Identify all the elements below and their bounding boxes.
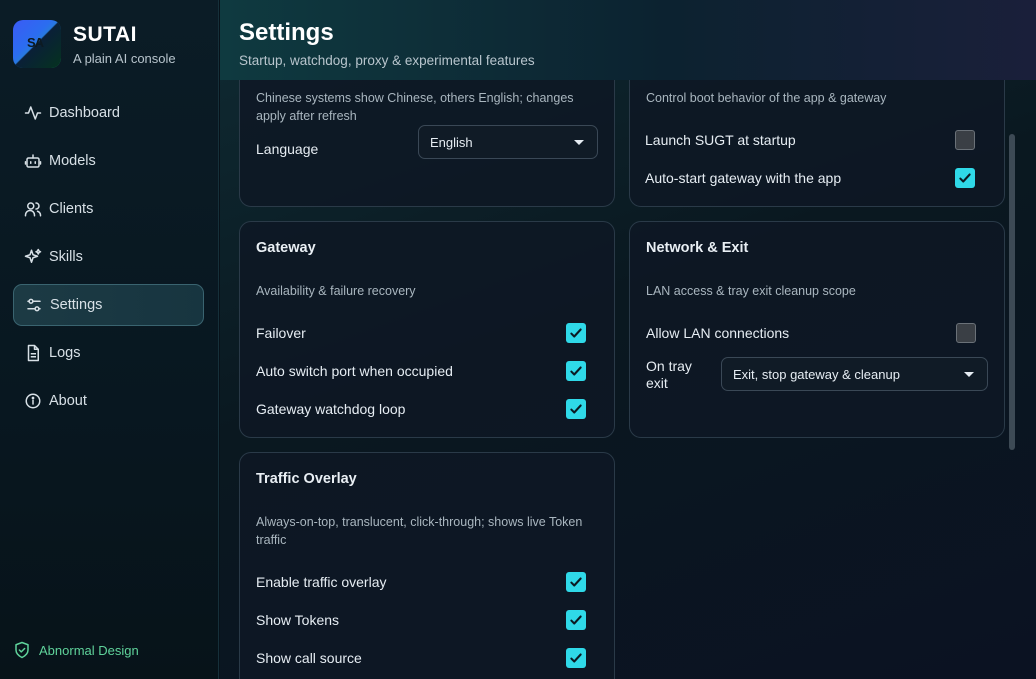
sidebar-item-label: Skills (49, 249, 83, 265)
app-name: SUTAI (73, 23, 137, 46)
app-logo: SA (13, 20, 61, 68)
launch-sugt-startup-checkbox[interactable] (955, 130, 975, 150)
sidebar-item-label: Dashboard (49, 105, 120, 121)
failover-label: Failover (256, 325, 306, 341)
sparkles-icon (24, 248, 42, 266)
gateway-card: Gateway Availability & failure recovery … (239, 221, 615, 438)
language-row: Language (256, 139, 356, 159)
language-card-description: Chinese systems show Chinese, others Eng… (256, 91, 574, 123)
show-call-source-row[interactable]: Show call source (256, 647, 586, 669)
page-title: Settings (239, 19, 334, 46)
check-icon (570, 577, 582, 587)
watchdog-loop-label: Gateway watchdog loop (256, 401, 406, 417)
check-icon (570, 366, 582, 376)
sidebar-item-label: Settings (50, 297, 103, 313)
brand: SA SUTAI A plain AI console (13, 20, 176, 68)
app-subtitle: A plain AI console (73, 51, 176, 66)
sliders-icon (25, 296, 43, 314)
network-card-title: Network & Exit (646, 240, 749, 256)
allow-lan-row[interactable]: Allow LAN connections (646, 322, 976, 344)
launch-sugt-startup-label: Launch SUGT at startup (645, 132, 796, 148)
gateway-card-description: Availability & failure recovery (256, 284, 416, 298)
chevron-down-icon (574, 140, 584, 145)
file-icon (24, 344, 42, 362)
page-subtitle: Startup, watchdog, proxy & experimental … (239, 53, 535, 68)
show-tokens-label: Show Tokens (256, 612, 340, 628)
users-icon (24, 200, 42, 218)
sidebar-item-label: About (49, 393, 87, 409)
sidebar-item-models[interactable]: Models (13, 140, 204, 182)
auto-start-gateway-row[interactable]: Auto-start gateway with the app (645, 167, 975, 189)
show-tokens-row[interactable]: Show Tokens (256, 609, 586, 631)
sidebar-item-label: Clients (49, 201, 94, 217)
show-tokens-checkbox[interactable] (566, 610, 586, 630)
enable-overlay-label: Enable traffic overlay (256, 574, 387, 590)
tray-exit-select-value: Exit, stop gateway & cleanup (733, 366, 900, 382)
startup-card-description: Control boot behavior of the app & gatew… (646, 91, 887, 105)
page-header: Settings Startup, watchdog, proxy & expe… (220, 0, 1036, 80)
show-call-source-label: Show call source (256, 650, 362, 666)
watchdog-loop-row[interactable]: Gateway watchdog loop (256, 398, 586, 420)
robot-icon (24, 152, 42, 170)
allow-lan-label: Allow LAN connections (646, 325, 790, 341)
enable-overlay-checkbox[interactable] (566, 572, 586, 592)
gateway-card-title: Gateway (256, 240, 316, 256)
check-icon (959, 173, 971, 183)
activity-icon (24, 104, 42, 122)
chevron-down-icon (964, 372, 974, 377)
check-icon (570, 328, 582, 338)
auto-switch-port-label: Auto switch port when occupied (256, 363, 453, 379)
sidebar-item-clients[interactable]: Clients (13, 188, 204, 230)
check-icon (570, 653, 582, 663)
auto-switch-port-checkbox[interactable] (566, 361, 586, 381)
overlay-card-title: Traffic Overlay (256, 471, 357, 487)
sidebar-item-logs[interactable]: Logs (13, 332, 204, 374)
auto-start-gateway-label: Auto-start gateway with the app (645, 170, 842, 186)
sidebar-item-about[interactable]: About (13, 380, 204, 422)
tray-exit-select[interactable]: Exit, stop gateway & cleanup (721, 357, 988, 391)
logo-text: SA (27, 35, 44, 50)
language-select-value: English (430, 134, 473, 150)
check-icon (570, 404, 582, 414)
enable-overlay-row[interactable]: Enable traffic overlay (256, 571, 586, 593)
sidebar: SA SUTAI A plain AI console Dashboard Mo… (0, 0, 219, 679)
shield-check-icon (13, 641, 31, 659)
main-area: Settings Startup, watchdog, proxy & expe… (220, 0, 1036, 679)
failover-row[interactable]: Failover (256, 322, 586, 344)
overlay-card-description: Always-on-top, translucent, click-throug… (256, 515, 583, 547)
sidebar-item-dashboard[interactable]: Dashboard (13, 92, 204, 134)
language-select[interactable]: English (418, 125, 598, 159)
launch-sugt-startup-row[interactable]: Launch SUGT at startup (645, 129, 975, 151)
network-exit-card: Network & Exit LAN access & tray exit cl… (629, 221, 1005, 438)
sidebar-item-skills[interactable]: Skills (13, 236, 204, 278)
settings-content: Chinese systems show Chinese, others Eng… (220, 80, 1036, 679)
check-icon (570, 615, 582, 625)
language-card: Chinese systems show Chinese, others Eng… (239, 80, 615, 207)
footer-label: Abnormal Design (39, 642, 139, 658)
sidebar-item-label: Logs (49, 345, 81, 361)
auto-switch-port-row[interactable]: Auto switch port when occupied (256, 360, 586, 382)
tray-exit-label: On tray exit (646, 358, 692, 391)
sidebar-nav: Dashboard Models Clients Skills Settings (13, 92, 204, 428)
traffic-overlay-card: Traffic Overlay Always-on-top, transluce… (239, 452, 615, 679)
allow-lan-checkbox[interactable] (956, 323, 976, 343)
language-label: Language (256, 141, 319, 157)
network-card-description: LAN access & tray exit cleanup scope (646, 284, 856, 298)
sidebar-item-label: Models (49, 153, 96, 169)
content-scrollbar[interactable] (1009, 134, 1015, 450)
sidebar-footer[interactable]: Abnormal Design (13, 641, 139, 659)
auto-start-gateway-checkbox[interactable] (955, 168, 975, 188)
show-call-source-checkbox[interactable] (566, 648, 586, 668)
failover-checkbox[interactable] (566, 323, 586, 343)
watchdog-loop-checkbox[interactable] (566, 399, 586, 419)
info-icon (24, 392, 42, 410)
sidebar-item-settings[interactable]: Settings (13, 284, 204, 326)
